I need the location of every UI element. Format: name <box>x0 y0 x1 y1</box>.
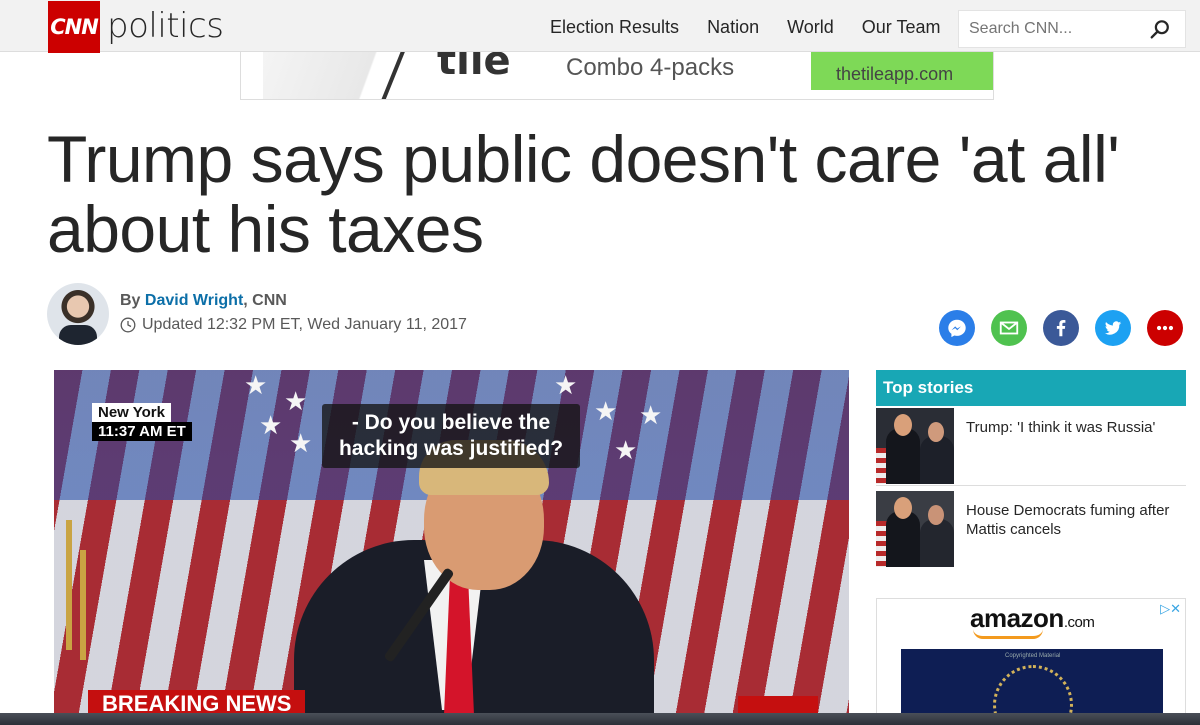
byline-prefix: By <box>120 292 141 309</box>
top-stories-header: Top stories <box>876 370 1186 406</box>
email-icon <box>999 321 1019 335</box>
story-title[interactable]: Trump: 'I think it was Russia' <box>966 418 1181 437</box>
amazon-smile-icon <box>973 629 1043 639</box>
top-story-item[interactable]: Trump: 'I think it was Russia' <box>876 408 1186 486</box>
nav-world[interactable]: World <box>787 17 834 38</box>
advertisement-banner[interactable]: tile Combo 4-packs thetileapp.com <box>240 52 994 100</box>
more-icon <box>1156 325 1174 331</box>
os-dock <box>0 713 1200 725</box>
ad-brand: tile <box>437 52 511 84</box>
timestamp-text: Updated 12:32 PM ET, Wed January 11, 201… <box>142 316 467 333</box>
article-headline: Trump says public doesn't care 'at all' … <box>47 122 1120 266</box>
video-caption: - Do you believe the hacking was justifi… <box>322 404 580 468</box>
facebook-icon <box>1056 320 1066 337</box>
adchoices-icon[interactable]: ▷✕ <box>1160 601 1181 617</box>
search-icon[interactable] <box>1149 19 1171 41</box>
main-nav: Election Results Nation World Our Team <box>550 17 968 38</box>
amazon-advertisement[interactable]: amazon.com ▷✕ Copyrighted Material <box>876 598 1186 725</box>
ad-tagline: Combo 4-packs <box>566 54 735 81</box>
author-avatar[interactable] <box>47 283 109 345</box>
messenger-icon <box>948 319 966 338</box>
video-time-label: 11:37 AM ET <box>92 422 192 441</box>
update-timestamp: Updated 12:32 PM ET, Wed January 11, 201… <box>120 316 467 334</box>
nav-nation[interactable]: Nation <box>707 17 759 38</box>
search-box <box>958 10 1186 48</box>
share-email-button[interactable] <box>991 310 1027 346</box>
share-twitter-button[interactable] <box>1095 310 1131 346</box>
top-story-item[interactable]: House Democrats fuming after Mattis canc… <box>876 491 1186 569</box>
share-more-button[interactable] <box>1147 310 1183 346</box>
share-messenger-button[interactable] <box>939 310 975 346</box>
section-title[interactable]: politics <box>107 6 224 46</box>
copyright-note: Copyrighted Material <box>1005 653 1061 659</box>
nav-our-team[interactable]: Our Team <box>862 17 941 38</box>
author-link[interactable]: David Wright <box>145 292 243 309</box>
search-input[interactable] <box>959 11 1139 47</box>
nav-election-results[interactable]: Election Results <box>550 17 679 38</box>
byline: By David Wright, CNN <box>120 292 287 310</box>
byline-outlet: , CNN <box>243 292 287 309</box>
top-navigation-bar: CNN politics Election Results Nation Wor… <box>0 0 1200 53</box>
story-thumbnail[interactable] <box>876 408 954 484</box>
clock-icon <box>120 317 136 333</box>
video-location-label: New York <box>92 403 171 422</box>
story-title[interactable]: House Democrats fuming after Mattis canc… <box>966 501 1181 539</box>
story-thumbnail[interactable] <box>876 491 954 567</box>
twitter-icon <box>1104 321 1122 335</box>
cnn-logo[interactable]: CNN <box>48 1 100 53</box>
ad-url[interactable]: thetileapp.com <box>836 64 953 85</box>
share-facebook-button[interactable] <box>1043 310 1079 346</box>
ad-product-image <box>263 52 433 99</box>
